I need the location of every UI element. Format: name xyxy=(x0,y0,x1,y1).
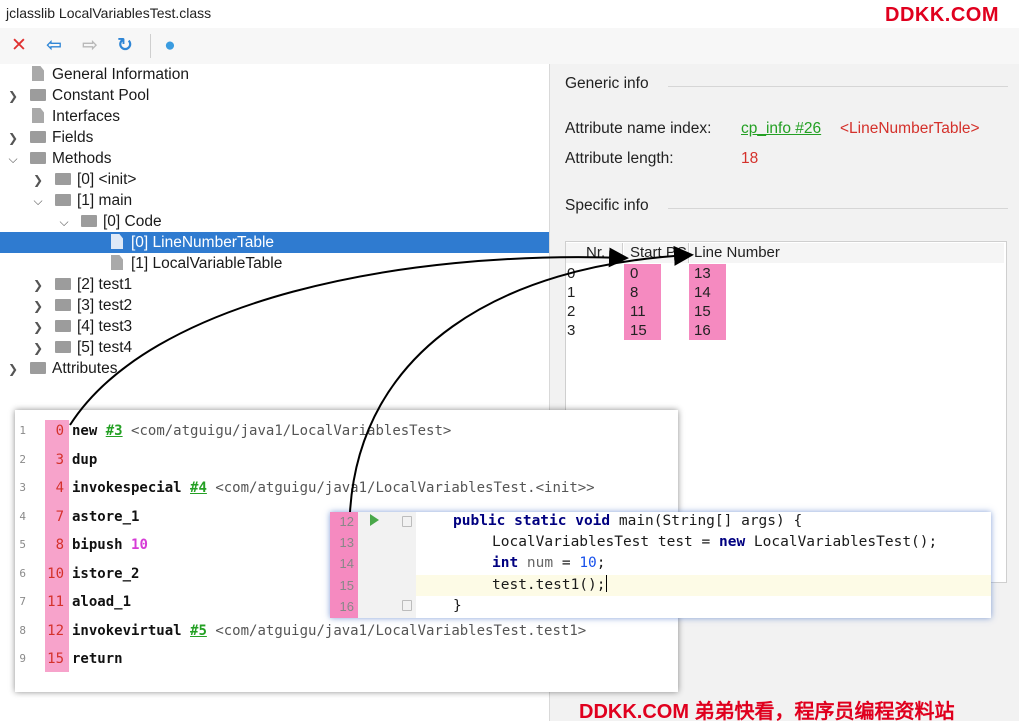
table-cell-line-number: 15 xyxy=(689,302,726,321)
chevron-right-icon[interactable]: ❯ xyxy=(6,359,20,380)
tree-item-method-test2[interactable]: ❯ [3] test2 xyxy=(31,295,132,316)
chevron-right-icon[interactable]: ❯ xyxy=(31,275,45,296)
source-line-number: 16 xyxy=(339,599,354,614)
tree-item-method-test3[interactable]: ❯ [4] test3 xyxy=(31,316,132,337)
column-header-line-number[interactable]: Line Number xyxy=(690,243,1004,263)
watermark-bottom: DDKK.COM 弟弟快看，程序员编程资料站 xyxy=(579,701,955,723)
cp-info-link[interactable]: cp_info #26 xyxy=(741,120,821,138)
tree-item-code[interactable]: ⌵ [0] Code xyxy=(57,211,161,233)
tree-item-attributes[interactable]: ❯ Attributes xyxy=(6,358,118,380)
table-cell-nr: 3 xyxy=(567,322,576,339)
folder-icon xyxy=(30,131,46,143)
source-line-number: 13 xyxy=(339,535,354,550)
folder-icon xyxy=(55,341,71,353)
folder-icon xyxy=(81,215,97,227)
file-icon xyxy=(111,234,123,249)
chevron-right-icon[interactable]: ❯ xyxy=(31,296,45,317)
specific-info-heading: Specific info xyxy=(565,197,649,214)
table-cell-nr: 2 xyxy=(567,303,576,320)
source-line[interactable]: int num = 10; xyxy=(492,553,606,574)
folder-icon xyxy=(30,362,46,374)
constant-pool-link[interactable]: #4 xyxy=(190,480,207,496)
close-icon[interactable]: ✕ xyxy=(7,34,31,58)
window-title: jclasslib LocalVariablesTest.class xyxy=(6,5,212,21)
chevron-down-icon[interactable]: ⌵ xyxy=(57,212,71,233)
chevron-right-icon[interactable]: ❯ xyxy=(31,338,45,359)
tree-item-methods[interactable]: ⌵ Methods xyxy=(6,148,111,169)
tree-item-method-test4[interactable]: ❯ [5] test4 xyxy=(31,337,132,358)
table-cell-start-pc: 8 xyxy=(624,283,661,302)
forward-arrow-icon[interactable]: ⇨ xyxy=(78,34,102,58)
tree-item-local-variable-table[interactable]: [1] LocalVariableTable xyxy=(111,253,282,274)
source-line-number: 14 xyxy=(339,556,354,571)
attribute-length-label: Attribute length: xyxy=(565,150,674,167)
column-header-start-pc[interactable]: Start PC xyxy=(624,243,689,263)
tree-item-method-main[interactable]: ⌵ [1] main xyxy=(31,190,132,211)
fold-marker-icon[interactable] xyxy=(402,600,412,611)
constant-pool-link[interactable]: #3 xyxy=(106,423,123,439)
chevron-right-icon[interactable]: ❯ xyxy=(6,86,20,107)
source-line[interactable]: test.test1(); xyxy=(492,575,607,596)
section-divider xyxy=(668,86,1008,87)
source-line[interactable]: public static void main(String[] args) { xyxy=(453,511,802,532)
chevron-right-icon[interactable]: ❯ xyxy=(31,317,45,338)
tree-item-method-test1[interactable]: ❯ [2] test1 xyxy=(31,274,132,295)
chevron-down-icon[interactable]: ⌵ xyxy=(6,149,20,170)
attribute-length-value: 18 xyxy=(741,150,759,167)
generic-info-heading: Generic info xyxy=(565,75,649,92)
table-cell-start-pc: 0 xyxy=(624,264,661,283)
web-globe-icon[interactable]: ● xyxy=(158,34,182,58)
folder-icon xyxy=(55,278,71,290)
text-cursor xyxy=(605,575,607,592)
folder-icon xyxy=(55,299,71,311)
table-cell-line-number: 14 xyxy=(689,283,726,302)
chevron-down-icon[interactable]: ⌵ xyxy=(31,191,45,212)
table-cell-nr: 0 xyxy=(567,265,576,282)
tree-item-general-information[interactable]: General Information xyxy=(6,64,189,85)
folder-icon xyxy=(55,173,71,185)
source-line-number: 15 xyxy=(339,578,354,593)
tree-item-interfaces[interactable]: Interfaces xyxy=(6,106,120,127)
refresh-icon[interactable]: ↻ xyxy=(113,34,137,58)
toolbar xyxy=(0,28,1019,65)
watermark-top: DDKK.COM xyxy=(885,4,999,26)
table-cell-start-pc: 15 xyxy=(624,321,661,340)
table-cell-line-number: 13 xyxy=(689,264,726,283)
file-icon xyxy=(32,66,44,81)
section-divider xyxy=(668,208,1008,209)
attribute-name-index-label: Attribute name index: xyxy=(565,120,712,137)
chevron-right-icon[interactable]: ❯ xyxy=(31,170,45,191)
chevron-right-icon[interactable]: ❯ xyxy=(6,128,20,149)
table-cell-nr: 1 xyxy=(567,284,576,301)
file-icon xyxy=(111,255,123,270)
tree-item-line-number-table[interactable]: [0] LineNumberTable xyxy=(0,232,549,253)
run-icon[interactable] xyxy=(370,514,379,526)
table-cell-line-number: 16 xyxy=(689,321,726,340)
source-line-number: 12 xyxy=(339,514,354,529)
tree-item-fields[interactable]: ❯ Fields xyxy=(6,127,93,148)
tree-item-constant-pool[interactable]: ❯ Constant Pool xyxy=(6,85,149,106)
table-cell-start-pc: 11 xyxy=(624,302,661,321)
file-icon xyxy=(32,108,44,123)
tree-item-method-init[interactable]: ❯ [0] <init> xyxy=(31,169,137,191)
folder-icon xyxy=(55,194,71,206)
folder-icon xyxy=(55,320,71,332)
column-header-nr[interactable]: Nr. xyxy=(566,243,623,263)
toolbar-separator xyxy=(150,34,151,58)
source-line[interactable]: } xyxy=(453,596,462,617)
constant-pool-link[interactable]: #5 xyxy=(190,623,207,639)
folder-icon xyxy=(30,89,46,101)
folder-icon xyxy=(30,152,46,164)
source-line[interactable]: LocalVariablesTest test = new LocalVaria… xyxy=(492,532,937,553)
back-arrow-icon[interactable]: ⇦ xyxy=(42,34,66,58)
fold-marker-icon[interactable] xyxy=(402,516,412,527)
attribute-name-value: <LineNumberTable> xyxy=(840,120,980,137)
